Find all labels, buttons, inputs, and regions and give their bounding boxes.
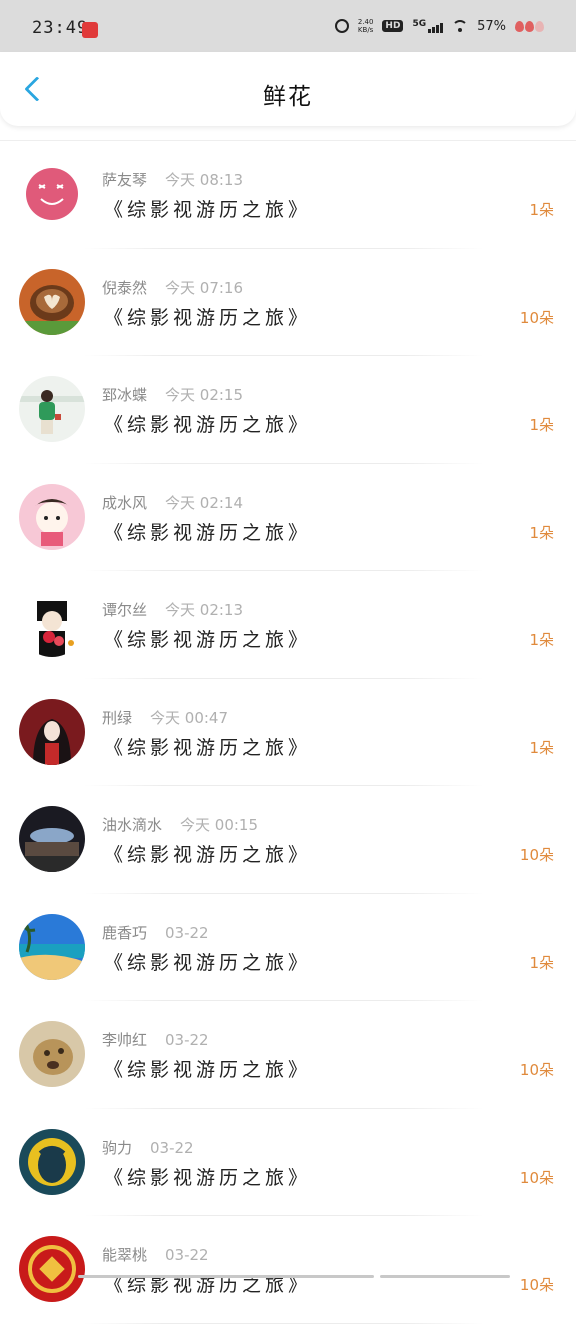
alarm-icon bbox=[334, 19, 349, 33]
send-time: 今天 00:15 bbox=[180, 816, 259, 834]
book-title: 《综影视游历之旅》 bbox=[104, 629, 312, 651]
sender-line: 郅冰蝶 今天 02:15 bbox=[102, 384, 243, 405]
flower-count: 10朵 bbox=[519, 846, 554, 864]
sender-name: 郅冰蝶 bbox=[102, 386, 148, 404]
sender-name: 能翠桃 bbox=[102, 1246, 148, 1264]
flower-count: 1朵 bbox=[529, 738, 554, 757]
sender-line: 萨友琴 今天 08:13 bbox=[102, 169, 243, 190]
flower-count: 10朵 bbox=[519, 308, 554, 327]
sender-name: 李帅红 bbox=[102, 1031, 148, 1049]
sender-name: 谭尔丝 bbox=[102, 601, 148, 619]
send-time: 03-22 bbox=[150, 1138, 194, 1157]
network-speed: 2.40 KB/s bbox=[358, 18, 374, 34]
avatar[interactable] bbox=[19, 591, 85, 657]
list-item[interactable]: 倪泰然 今天 07:16 《综影视游历之旅》 10朵 bbox=[0, 249, 576, 356]
app-notification-icon bbox=[82, 22, 98, 38]
book-title: 《综影视游历之旅》 bbox=[104, 521, 312, 544]
sender-name: 鹿香巧 bbox=[102, 923, 148, 942]
book-title: 《综影视游历之旅》 bbox=[104, 736, 312, 759]
sender-name: 刑绿 bbox=[102, 708, 133, 727]
sender-line: 鹿香巧 03-22 bbox=[102, 922, 209, 943]
sender-line: 倪泰然 今天 07:16 bbox=[102, 277, 243, 298]
list-item[interactable]: 油水滴水 今天 00:15 《综影视游历之旅》 10朵 bbox=[0, 786, 576, 894]
flower-count: 1朵 bbox=[529, 201, 554, 219]
flower-count: 10朵 bbox=[519, 1168, 554, 1187]
signal-icon: 5G bbox=[412, 19, 444, 33]
book-title: 《综影视游历之旅》 bbox=[104, 414, 312, 436]
row-divider bbox=[84, 1322, 484, 1324]
avatar[interactable] bbox=[19, 483, 85, 550]
list-item[interactable]: 鹿香巧 03-22 《综影视游历之旅》 1朵 bbox=[0, 894, 576, 1001]
list-item[interactable]: 李帅红 03-22 《综影视游历之旅》 10朵 bbox=[0, 1001, 576, 1109]
send-time: 今天 02:15 bbox=[165, 386, 244, 404]
header-bar: 鲜花 bbox=[0, 52, 576, 126]
avatar[interactable] bbox=[19, 806, 85, 872]
avatar[interactable] bbox=[19, 698, 85, 765]
send-time: 03-22 bbox=[165, 1031, 209, 1049]
flower-count: 10朵 bbox=[519, 1061, 554, 1079]
sender-line: 油水滴水 今天 00:15 bbox=[102, 814, 258, 835]
network-speed-unit: KB/s bbox=[357, 26, 374, 34]
signal-label: 5G bbox=[412, 19, 427, 29]
send-time: 今天 00:47 bbox=[150, 708, 229, 727]
status-bar: 23:49 2.40 KB/s HD 5G 57% bbox=[0, 0, 576, 52]
sender-line: 能翠桃 03-22 bbox=[102, 1244, 209, 1265]
book-title: 《综影视游历之旅》 bbox=[104, 844, 312, 866]
list-item[interactable]: 郅冰蝶 今天 02:15 《综影视游历之旅》 1朵 bbox=[0, 356, 576, 464]
send-time: 03-22 bbox=[165, 1246, 209, 1264]
avatar[interactable] bbox=[19, 913, 85, 980]
list-item[interactable]: 刑绿 今天 00:47 《综影视游历之旅》 1朵 bbox=[0, 679, 576, 786]
sender-line: 成水风 今天 02:14 bbox=[102, 492, 243, 513]
sender-line: 刑绿 今天 00:47 bbox=[102, 707, 228, 728]
book-title: 《综影视游历之旅》 bbox=[104, 951, 312, 974]
network-speed-value: 2.40 bbox=[357, 18, 374, 26]
flower-list: 萨友琴 今天 08:13 《综影视游历之旅》 1朵 倪泰然 今天 07:16 《综影… bbox=[0, 141, 576, 1324]
send-time: 今天 08:13 bbox=[165, 171, 244, 189]
book-title: 《综影视游历之旅》 bbox=[104, 199, 312, 221]
sender-name: 倪泰然 bbox=[102, 278, 148, 297]
sender-name: 成水风 bbox=[102, 493, 148, 512]
hd-icon: HD bbox=[382, 20, 404, 32]
avatar[interactable] bbox=[19, 268, 85, 335]
sender-name: 驹力 bbox=[102, 1138, 133, 1157]
sender-line: 驹力 03-22 bbox=[102, 1137, 194, 1158]
send-time: 03-22 bbox=[165, 923, 209, 942]
avatar[interactable] bbox=[19, 161, 85, 227]
battery-level: 57% bbox=[477, 18, 506, 34]
status-time: 23:49 bbox=[32, 18, 89, 38]
avatar[interactable] bbox=[19, 376, 85, 442]
sender-name: 油水滴水 bbox=[102, 816, 163, 834]
send-time: 今天 02:14 bbox=[165, 493, 244, 512]
page-title: 鲜花 bbox=[263, 84, 313, 110]
sender-line: 李帅红 03-22 bbox=[102, 1029, 209, 1050]
wifi-icon bbox=[452, 20, 469, 32]
list-item[interactable]: 驹力 03-22 《综影视游历之旅》 10朵 bbox=[0, 1109, 576, 1216]
sender-name: 萨友琴 bbox=[102, 171, 148, 189]
avatar[interactable] bbox=[19, 1128, 85, 1195]
status-indicators: 2.40 KB/s HD 5G 57% bbox=[334, 18, 544, 34]
avatar[interactable] bbox=[19, 1236, 85, 1302]
send-time: 今天 02:13 bbox=[165, 601, 244, 619]
list-item[interactable]: 谭尔丝 今天 02:13 《综影视游历之旅》 1朵 bbox=[0, 571, 576, 679]
flower-count: 1朵 bbox=[529, 416, 554, 434]
list-item[interactable]: 能翠桃 03-22 《综影视游历之旅》 10朵 bbox=[0, 1216, 576, 1324]
book-title: 《综影视游历之旅》 bbox=[104, 1166, 312, 1189]
flower-count: 1朵 bbox=[529, 523, 554, 542]
flower-count: 1朵 bbox=[529, 953, 554, 972]
list-item[interactable]: 成水风 今天 02:14 《综影视游历之旅》 1朵 bbox=[0, 464, 576, 571]
book-title: 《综影视游历之旅》 bbox=[104, 306, 312, 329]
book-title: 《综影视游历之旅》 bbox=[104, 1059, 312, 1081]
send-time: 今天 07:16 bbox=[165, 278, 244, 297]
battery-icon bbox=[515, 20, 544, 32]
sender-line: 谭尔丝 今天 02:13 bbox=[102, 599, 243, 620]
gesture-bar bbox=[0, 1275, 576, 1278]
avatar[interactable] bbox=[19, 1021, 85, 1087]
list-item[interactable]: 萨友琴 今天 08:13 《综影视游历之旅》 1朵 bbox=[0, 141, 576, 249]
flower-count: 1朵 bbox=[529, 631, 554, 649]
